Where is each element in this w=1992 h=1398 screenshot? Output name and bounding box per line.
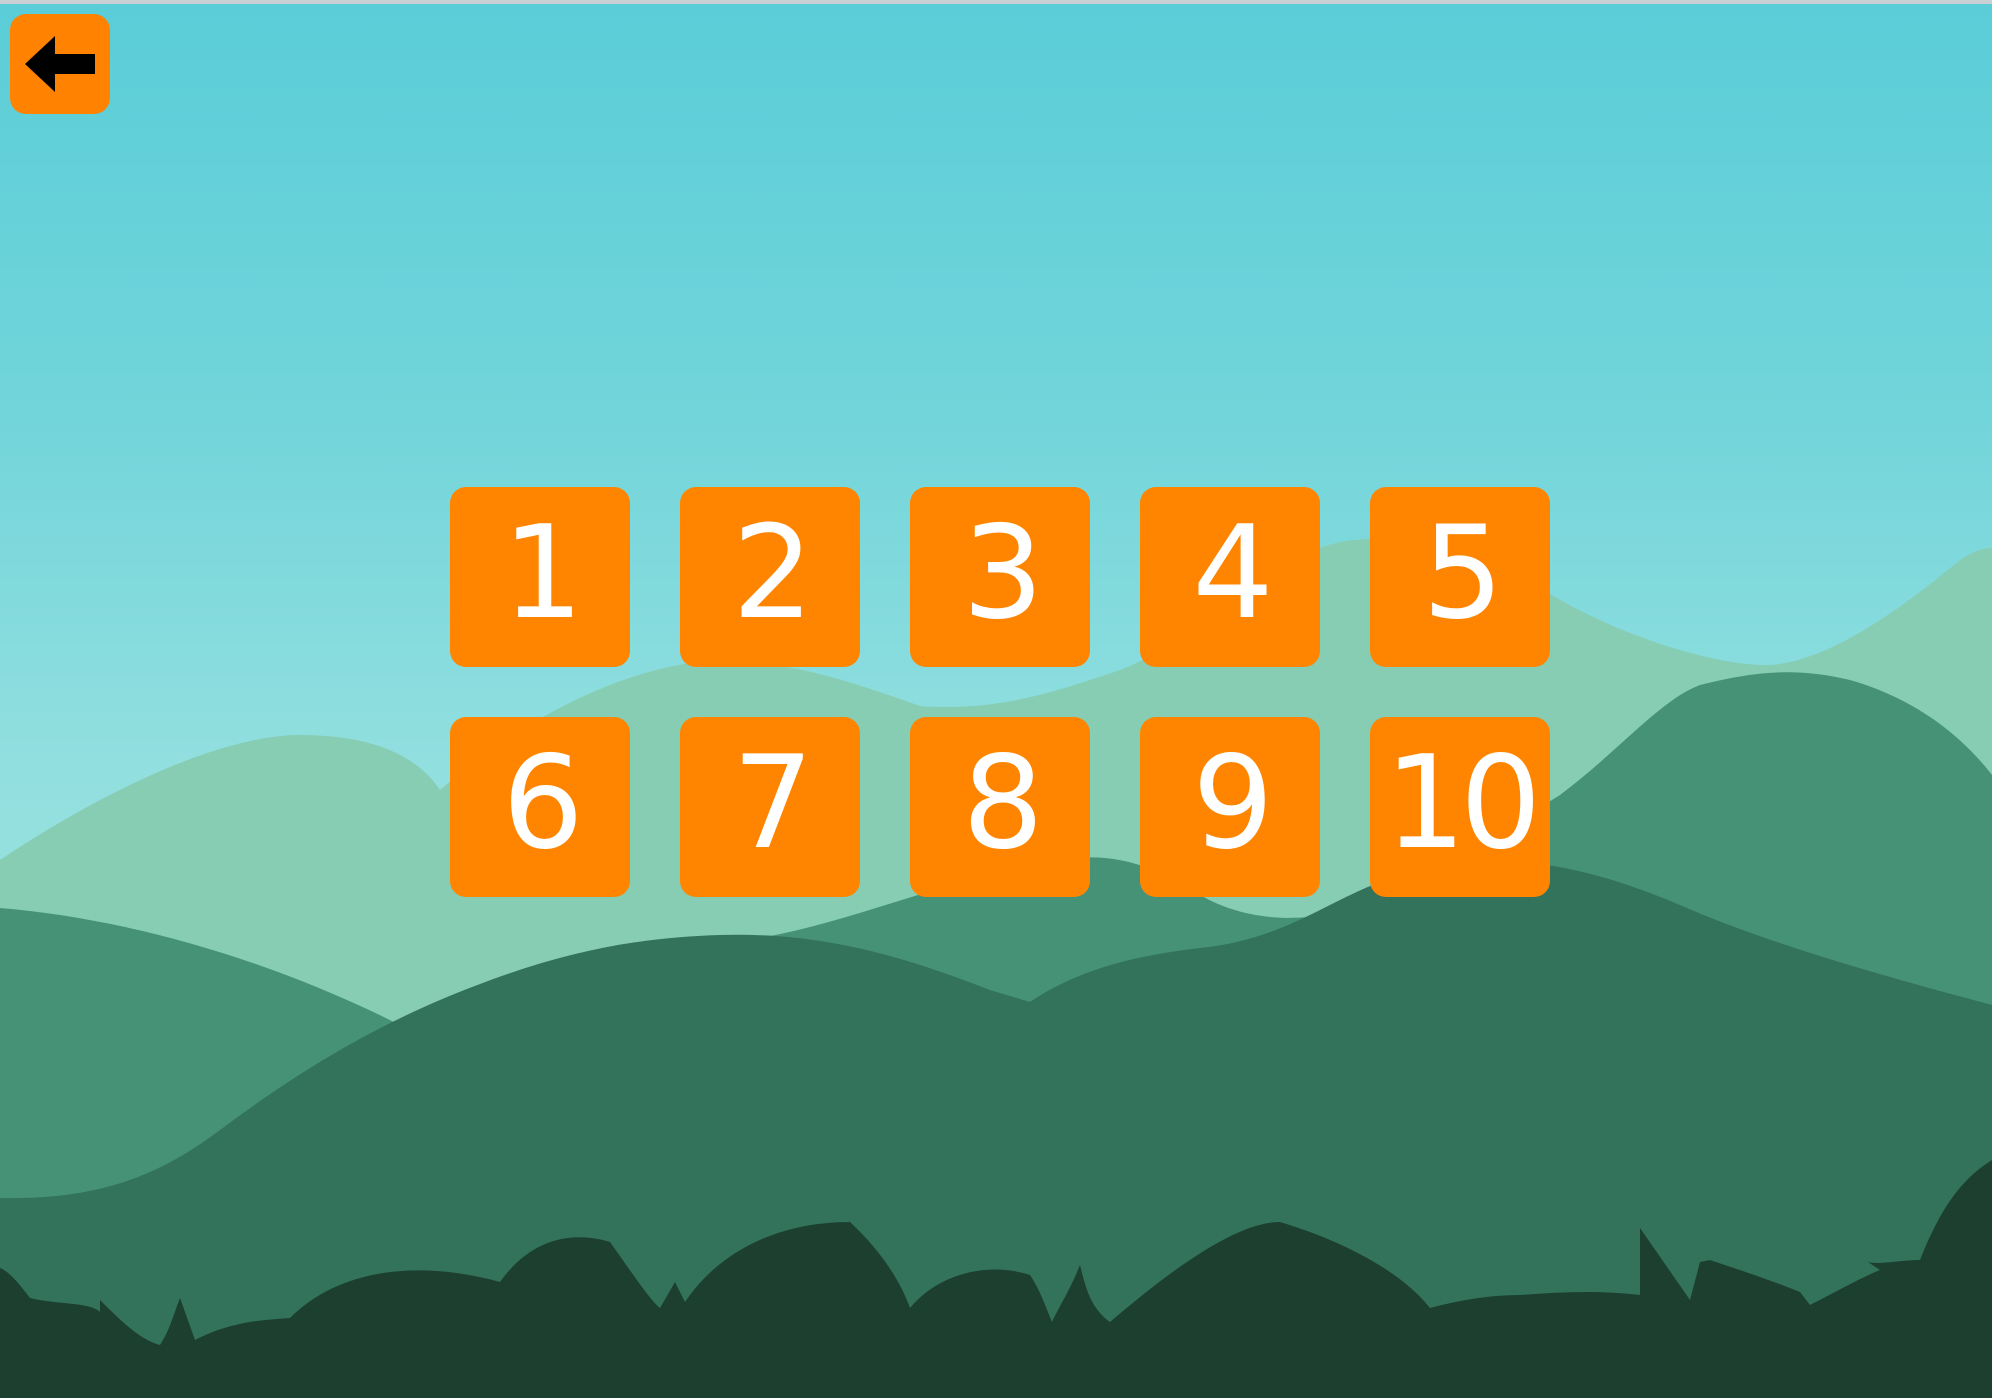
level-number: 9 (1192, 729, 1273, 878)
level-3-button[interactable]: 3 (910, 487, 1090, 667)
level-number: 5 (1422, 499, 1503, 648)
level-1-button[interactable]: 1 (450, 487, 630, 667)
level-number: 6 (502, 729, 583, 878)
level-5-button[interactable]: 5 (1370, 487, 1550, 667)
level-number: 1 (502, 499, 583, 648)
level-number: 8 (962, 729, 1043, 878)
level-grid: 1 2 3 4 5 6 7 8 9 10 (450, 487, 1550, 897)
level-9-button[interactable]: 9 (1140, 717, 1320, 897)
level-10-button[interactable]: 10 (1370, 717, 1550, 897)
level-number: 7 (732, 729, 813, 878)
level-7-button[interactable]: 7 (680, 717, 860, 897)
level-6-button[interactable]: 6 (450, 717, 630, 897)
level-select-screen: 1 2 3 4 5 6 7 8 9 10 (0, 0, 1992, 1398)
level-4-button[interactable]: 4 (1140, 487, 1320, 667)
level-number: 4 (1192, 499, 1273, 648)
level-8-button[interactable]: 8 (910, 717, 1090, 897)
level-number: 10 (1384, 729, 1542, 878)
arrow-left-icon (25, 36, 95, 92)
level-number: 2 (732, 499, 813, 648)
level-number: 3 (962, 499, 1043, 648)
back-button[interactable] (10, 14, 110, 114)
level-2-button[interactable]: 2 (680, 487, 860, 667)
